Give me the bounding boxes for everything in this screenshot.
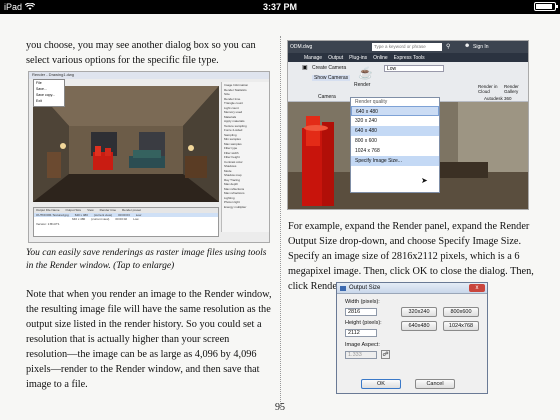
table-cell: {current view} [91,217,110,221]
render-gallery-button[interactable]: Render Gallery [504,84,528,94]
output-size-option[interactable]: 320 x 240 [351,116,439,126]
ribbon-tabs[interactable]: Manage Output Plug-ins Online Express To… [288,53,528,62]
render-quality-label: Render quality [355,99,388,105]
search-icon[interactable]: ⚲ [446,43,450,50]
dialog-title: Output Size [337,283,487,294]
search-input[interactable]: Type a keyword or phrase [372,43,442,51]
table-cell: OUTDOOR-Textured.jpg [36,212,69,217]
status-right [534,2,558,11]
column-divider [280,36,281,408]
preset-1024x768-button[interactable]: 1024x768 [443,321,479,331]
cursor-icon: ➤ [421,176,428,185]
specify-image-size-option[interactable]: Specify Image Size... [351,156,439,166]
render-panel-figure[interactable]: ODM.dwg Type a keyword or phrase ⚲ ☻ Sig… [287,40,529,210]
render-quality-value[interactable]: Low [384,65,444,72]
render-teapot-icon[interactable]: ☕ [358,66,373,80]
tab-output[interactable]: Output [328,55,343,61]
render-window-title: Render - Drawing1.dwg [29,72,269,79]
show-cameras-button[interactable]: Show Cameras [312,75,351,81]
ribbon-panel: ▣ Create Camera Show Cameras Camera ☕ Re… [288,62,528,102]
render-button[interactable]: Render [354,82,370,88]
render-statistics-panel: Image Information Render Statistics Size… [221,82,269,232]
table-cell: 640 x 480 [72,217,86,221]
output-size-option[interactable]: 800 x 600 [351,136,439,146]
sign-in-link[interactable]: Sign In [473,44,489,50]
cancel-button[interactable]: Cancel [415,379,455,389]
table-cell: 00:00:02 [115,217,128,221]
tab-manage[interactable]: Manage [304,55,322,61]
render-output-size-dropdown[interactable]: Render quality 640 x 480 320 x 240 640 x… [350,97,440,193]
table-cell: Low [133,217,139,221]
menu-item[interactable]: Exit [36,98,64,104]
panel-line: Energy multiplier [224,204,247,209]
close-button[interactable]: x [469,284,485,292]
book-page[interactable]: you choose, you may see another dialog b… [0,14,560,420]
left-paragraph-2: Note that when you render an image to th… [26,289,272,390]
file-title: ODM.dwg [290,44,313,50]
tab-online[interactable]: Online [373,55,387,61]
width-field[interactable]: 2816 [345,308,377,316]
status-time: 3:37 PM [262,2,297,12]
lock-icon[interactable]: ☍ [381,350,390,359]
page-number: 95 [275,402,285,413]
render-history-table[interactable]: Output File Name Output Size View Render… [33,207,219,237]
output-size-selected[interactable]: 640 x 480 [351,106,439,116]
width-label: Width (pixels): [345,299,380,305]
preset-800x600-button[interactable]: 800x600 [443,307,479,317]
camera-icon: ▣ [302,65,308,71]
height-label: Height (pixels): [345,320,382,326]
preset-320x240-button[interactable]: 320x240 [401,307,437,317]
autodesk-360-label: Autodesk 360 [484,96,512,101]
user-icon: ☻ [464,43,471,49]
status-bar: iPad 3:37 PM [0,0,560,14]
battery-icon [534,2,558,11]
preset-640x480-button[interactable]: 640x480 [401,321,437,331]
file-menu[interactable]: File Save... Save copy... Exit [33,79,65,107]
aspect-label: Image Aspect: [345,342,380,348]
output-size-option[interactable]: 640 x 480 [351,126,439,136]
figure-caption[interactable]: You can easily save renderings as raster… [26,247,272,273]
output-size-option[interactable]: 1024 x 768 [351,146,439,156]
render-in-cloud-button[interactable]: Render in Cloud [478,84,500,94]
column-header: View [87,208,94,212]
status-line: Version: 1:B1UT1 [36,221,60,226]
height-field[interactable]: 2112 [345,329,377,337]
aspect-field: 1.333 [345,351,377,359]
camera-panel-label: Camera [318,94,336,100]
tab-plugins[interactable]: Plug-ins [349,55,367,61]
ok-button[interactable]: OK [361,379,401,389]
left-paragraph-1: you choose, you may see another dialog b… [26,40,256,66]
tab-express-tools[interactable]: Express Tools [394,55,425,61]
app-title-bar: ODM.dwg Type a keyword or phrase ⚲ ☻ Sig… [288,41,528,53]
create-camera-button[interactable]: Create Camera [312,65,346,71]
render-window-figure[interactable]: Render - Drawing1.dwg File Save... Save … [28,71,270,243]
output-size-dialog[interactable]: Output Size x Width (pixels): 2816 Heigh… [336,282,488,394]
